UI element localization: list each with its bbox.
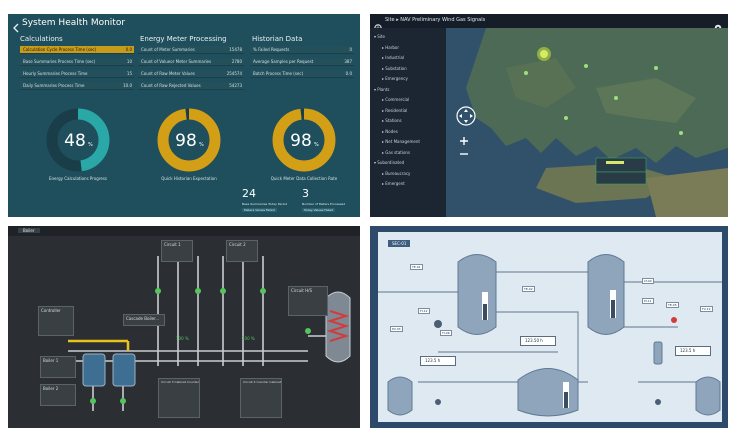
gauge-unit: %: [314, 142, 319, 148]
controller-card[interactable]: Controller: [38, 306, 74, 336]
stat-line: Meters Values Failed: [242, 208, 277, 212]
table-row[interactable]: Average Samples per Request 387: [250, 58, 354, 66]
table-row[interactable]: % Failed Requests 0: [250, 46, 354, 54]
calculations-table: Calculation Cycle Process Time (sec) 0.0 …: [20, 46, 134, 94]
stat-value: 3: [302, 187, 309, 200]
readout-value: 100 %: [176, 336, 189, 341]
instrument-tag[interactable]: TE-05: [666, 302, 679, 308]
stat-line: Base Summaries Today Period: [242, 202, 288, 206]
page-title: System Health Monitor: [22, 18, 126, 28]
gauge-unit: %: [199, 142, 204, 148]
instrument-tag[interactable]: FV-12: [700, 306, 713, 312]
tree-item[interactable]: ▸ Bureaucracy: [382, 171, 410, 176]
table-row[interactable]: Count of Meter Summaries 15478: [138, 46, 244, 54]
table-row[interactable]: Count of Raw Meter Values 254574: [138, 70, 244, 78]
gauge-value: 48: [64, 131, 86, 151]
section-tag: SEC-01: [388, 240, 411, 247]
gauge-label: Quick Meter Data Collection Rate: [271, 176, 338, 181]
tree-item[interactable]: ▸ Emergent: [382, 181, 405, 186]
table-row[interactable]: Count of Valueor Meter Summaries 2780: [138, 58, 244, 66]
map-image[interactable]: [446, 28, 728, 217]
map-panel: Site ▸ NAV Preliminary Wind Gas Signals …: [370, 14, 728, 217]
gauge-unit: %: [88, 142, 93, 148]
instrument-tag[interactable]: PV-03: [390, 326, 403, 332]
pan-control-icon[interactable]: [456, 106, 476, 130]
asset-tree: ▾ Site ▸ Harbor ▸ Industrial ▸ Substation ▸ …: [370, 28, 446, 217]
table-row[interactable]: Batch Process Time (sec) 0.0: [250, 70, 354, 78]
toolbar-label[interactable]: Site ▸ NAV Preliminary Wind Gas Signals: [385, 17, 485, 23]
gauge-label: Energy Calculations Progress: [49, 176, 107, 181]
energy-table: Count of Meter Summaries 15478 Count of V…: [138, 46, 244, 94]
instrument-tag[interactable]: PI-11: [642, 298, 654, 304]
stat-line: Number of Meters Processed: [302, 202, 346, 206]
map-toolbar: Site ▸ NAV Preliminary Wind Gas Signals: [370, 14, 728, 32]
boiler-1-card[interactable]: Boiler 1: [40, 356, 76, 378]
stat-line: Today Values Failed: [302, 208, 336, 212]
instrument-tag[interactable]: TE-01: [410, 264, 423, 270]
value-box[interactable]: 123.50 h: [520, 336, 556, 346]
table-row[interactable]: Count of Raw Rejected Values 54273: [138, 82, 244, 90]
stat-card: 24 Base Summaries Today Period Meters Va…: [240, 187, 295, 215]
circuit-1-card[interactable]: Circuit 1: [161, 240, 193, 262]
back-icon[interactable]: [12, 18, 20, 33]
boiler-tabbar: Boiler: [8, 226, 360, 236]
gauge-value: 98: [290, 131, 312, 151]
tree-item[interactable]: ▾ Plants: [374, 87, 389, 92]
value-box[interactable]: 123.5 h: [420, 356, 456, 366]
stat-value: 24: [242, 187, 256, 200]
circuit-hs-card[interactable]: Circuit H/S: [288, 286, 328, 316]
system-health-panel: System Health Monitor Calculations Calcu…: [8, 14, 360, 217]
table-row[interactable]: Daily Summaries Process Time 10.0: [20, 82, 134, 90]
cascade-card[interactable]: Cascade Boiler...: [123, 314, 165, 326]
process-canvas: [378, 232, 722, 422]
circuit-2-card[interactable]: Circuit 2: [226, 240, 258, 262]
instrument-tag[interactable]: FI-12: [418, 308, 430, 314]
historian-header: Historian Data: [252, 35, 303, 43]
gauge-label: Quick Historian Expectation: [161, 176, 217, 181]
tree-item[interactable]: ▸ Substation: [382, 66, 407, 71]
tree-item[interactable]: ▾ Site: [374, 34, 385, 39]
circuit-4-card[interactable]: Circuit 4 Counter Cabinet: [240, 378, 282, 418]
table-row[interactable]: Calculation Cycle Process Time (sec) 0.0: [20, 46, 134, 54]
calculations-header: Calculations: [20, 35, 63, 43]
table-row[interactable]: Hourly Summaries Process Time 15: [20, 70, 134, 78]
map-view[interactable]: [446, 28, 728, 217]
readout-value: 100 %: [242, 336, 255, 341]
process-panel: SEC-01 123.50 h 123.5 h 123.5 h TE-01 FI-…: [370, 226, 728, 428]
value-box[interactable]: 123.5 h: [675, 346, 711, 356]
stat-card: 3 Number of Meters Processed Today Value…: [300, 187, 358, 215]
tree-item[interactable]: ▸ Nodes: [382, 129, 398, 134]
instrument-tag[interactable]: TE-02: [522, 286, 535, 292]
boiler-panel: Boiler Circuit 1 Circuit 2 Circuit H/S C…: [8, 226, 360, 428]
instrument-tag[interactable]: LT-04: [642, 278, 654, 284]
tab-boiler[interactable]: Boiler: [18, 228, 40, 233]
zoom-out-icon[interactable]: [460, 141, 468, 160]
circuit-3-card[interactable]: Circuit 3 Cabinet Counter: [158, 378, 200, 418]
tree-item[interactable]: ▸ Commercial: [382, 97, 409, 102]
tree-item[interactable]: ▸ Emergency: [382, 76, 408, 81]
tree-item[interactable]: ▾ Subordinated: [374, 160, 404, 165]
tree-item[interactable]: ▸ Industrial: [382, 55, 404, 60]
table-row[interactable]: Base Summaries Process Time (sec) 10: [20, 58, 134, 66]
instrument-tag[interactable]: TI-06: [440, 330, 452, 336]
boiler-2-card[interactable]: Boiler 2: [40, 384, 76, 406]
historian-table: % Failed Requests 0 Average Samples per R…: [250, 46, 354, 82]
tree-item[interactable]: ▸ Harbor: [382, 45, 399, 50]
tree-item[interactable]: ▸ Stations: [382, 118, 402, 123]
energy-header: Energy Meter Processing: [140, 35, 227, 43]
tree-item[interactable]: ▸ Gas stations: [382, 150, 410, 155]
process-diagram: [378, 254, 722, 417]
tree-item[interactable]: ▸ Net Management: [382, 139, 420, 144]
gauge-value: 98: [175, 131, 197, 151]
tree-item[interactable]: ▸ Residential: [382, 108, 407, 113]
